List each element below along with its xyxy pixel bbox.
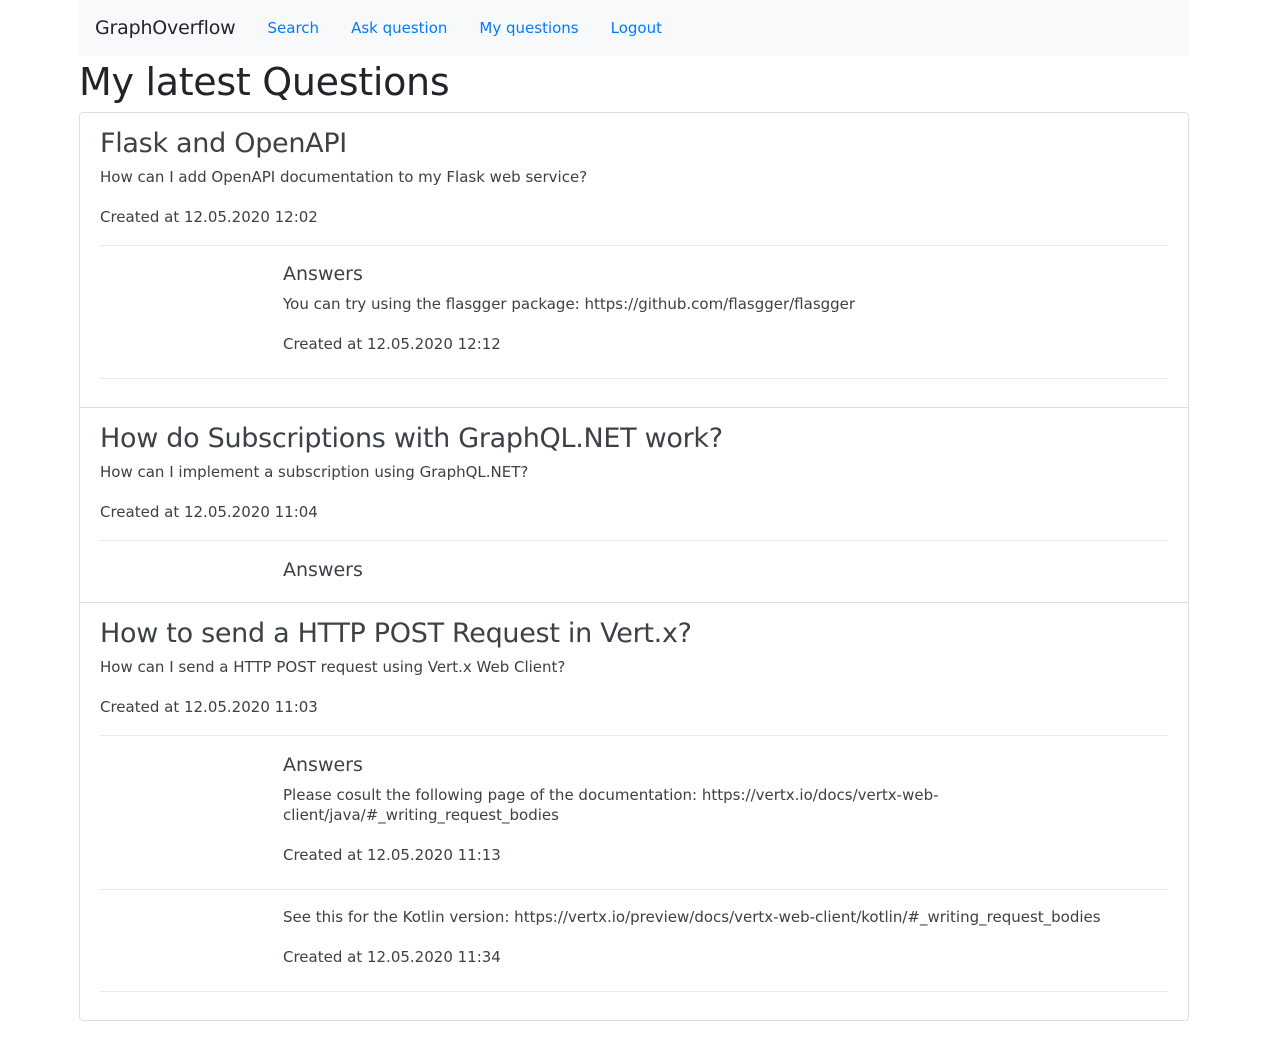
nav-link-ask-question[interactable]: Ask question (351, 19, 447, 37)
question-body: How can I implement a subscription using… (100, 463, 529, 481)
answers-section: Answers (100, 541, 1168, 602)
answers-heading: Answers (283, 754, 363, 776)
brand-link[interactable]: GraphOverflow (95, 17, 236, 39)
question-body: How can I add OpenAPI documentation to m… (100, 168, 588, 186)
divider (100, 991, 1168, 992)
question-created: Created at 12.05.2020 11:04 (100, 503, 318, 521)
answer-item: Please cosult the following page of the … (283, 785, 1168, 865)
question-list: Flask and OpenAPI How can I add OpenAPI … (79, 112, 1189, 1021)
nav-link-my-questions[interactable]: My questions (479, 19, 578, 37)
answers-heading: Answers (283, 559, 363, 581)
nav-link-search[interactable]: Search (268, 19, 320, 37)
answer-item: See this for the Kotlin version: https:/… (283, 907, 1168, 967)
answer-created: Created at 12.05.2020 11:13 (283, 846, 501, 864)
page-container: GraphOverflow Search Ask question My que… (79, 0, 1189, 1021)
question-created: Created at 12.05.2020 12:02 (100, 208, 318, 226)
nav-link-logout[interactable]: Logout (611, 19, 662, 37)
page-title: My latest Questions (79, 60, 450, 104)
answer-text: See this for the Kotlin version: https:/… (283, 908, 1101, 926)
question-item: How to send a HTTP POST Request in Vert.… (80, 603, 1188, 992)
question-body: How can I send a HTTP POST request using… (100, 658, 566, 676)
answer-created: Created at 12.05.2020 12:12 (283, 335, 501, 353)
answers-section: See this for the Kotlin version: https:/… (100, 890, 1168, 967)
question-title: How do Subscriptions with GraphQL.NET wo… (100, 423, 723, 454)
answers-section: Answers Please cosult the following page… (100, 736, 1168, 865)
navbar: GraphOverflow Search Ask question My que… (79, 0, 1189, 56)
question-item: Flask and OpenAPI How can I add OpenAPI … (80, 113, 1188, 408)
answer-item: You can try using the flasgger package: … (283, 294, 1168, 354)
answers-section: Answers You can try using the flasgger p… (100, 246, 1168, 354)
answer-text: Please cosult the following page of the … (283, 786, 939, 824)
answer-created: Created at 12.05.2020 11:34 (283, 948, 501, 966)
divider (100, 378, 1168, 379)
question-title: How to send a HTTP POST Request in Vert.… (100, 618, 692, 649)
answer-text: You can try using the flasgger package: … (283, 295, 856, 313)
question-title: Flask and OpenAPI (100, 128, 347, 159)
answers-heading: Answers (283, 263, 363, 285)
question-created: Created at 12.05.2020 11:03 (100, 698, 318, 716)
question-item: How do Subscriptions with GraphQL.NET wo… (80, 408, 1188, 603)
